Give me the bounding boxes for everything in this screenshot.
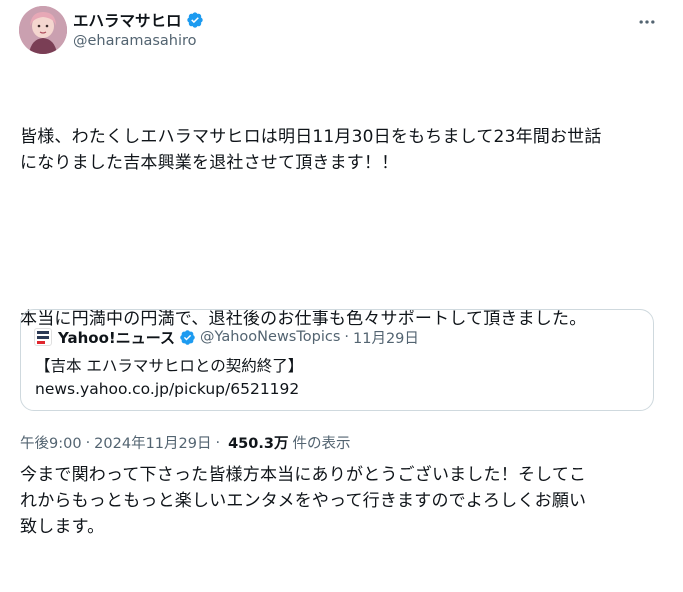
tweet-header: エハラマサヒロ @eharamasahiro (19, 6, 664, 56)
avatar[interactable] (19, 6, 67, 54)
tweet-date[interactable]: 2024年11月29日 (94, 432, 211, 453)
avatar-image (19, 6, 67, 54)
tweet-paragraph-3: 今まで関わって下さった皆様方本当にありがとうございました！そしてこ れからもっと… (20, 465, 587, 537)
yahoo-news-logo-icon (34, 328, 52, 346)
author-handle[interactable]: @eharamasahiro (73, 33, 204, 49)
quoted-tweet-text: 【吉本 エハラマサヒロとの契約終了】 (35, 357, 304, 375)
quoted-tweet-date[interactable]: 11月29日 (353, 327, 419, 348)
quoted-tweet-link[interactable]: news.yahoo.co.jp/pickup/6521192 (35, 378, 299, 400)
separator-dot: · (85, 434, 91, 451)
tweet-blank-line (20, 228, 665, 254)
author-display-name[interactable]: エハラマサヒロ (73, 9, 182, 31)
author-name-row: エハラマサヒロ (73, 9, 204, 31)
tweet-meta: 午後9:00 · 2024年11月29日 · 450.3万 件の表示 (20, 432, 350, 453)
verified-badge-icon (186, 12, 203, 28)
views-label: 件の表示 (292, 436, 351, 452)
tweet: エハラマサヒロ @eharamasahiro 皆様、わたくしエハラマサヒロは明日… (0, 0, 683, 537)
more-options-button[interactable] (634, 12, 660, 32)
quoted-author-name: Yahoo!ニュース (58, 328, 175, 347)
separator-dot: · (215, 434, 221, 451)
author-info: エハラマサヒロ @eharamasahiro (73, 9, 204, 49)
quoted-tweet-header: Yahoo!ニュース @YahooNewsTopics · 11月29日 (34, 327, 419, 347)
verified-badge-icon (180, 329, 195, 345)
views-count: 450.3万 (228, 436, 289, 452)
tweet-time[interactable]: 午後9:00 (20, 432, 82, 453)
more-horizontal-icon (639, 20, 655, 24)
separator-dot: · (344, 329, 349, 345)
quoted-tweet-card[interactable]: Yahoo!ニュース @YahooNewsTopics · 11月29日 【吉本… (20, 309, 654, 411)
quoted-author-handle: @YahooNewsTopics (200, 329, 341, 345)
tweet-paragraph-1: 皆様、わたくしエハラマサヒロは明日11月30日をもちまして23年間お世話 になり… (20, 127, 602, 173)
